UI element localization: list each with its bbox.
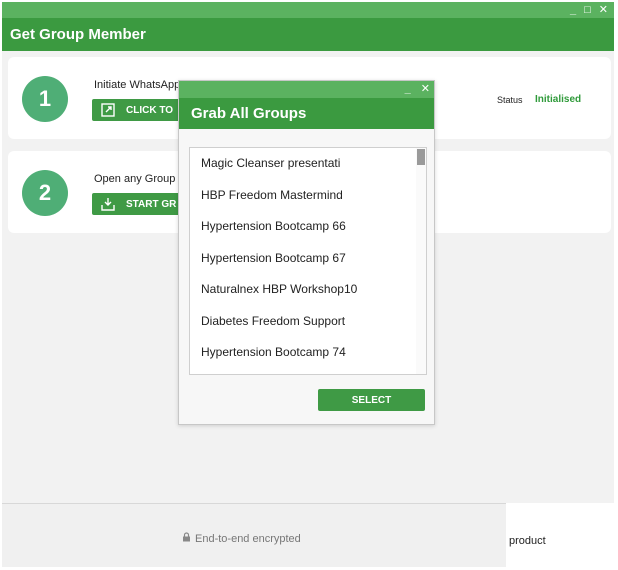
dialog-minimize-button[interactable]: _ xyxy=(405,82,411,96)
download-tray-icon xyxy=(100,196,116,212)
step-text: Open any Group c xyxy=(94,173,184,185)
whatsapp-panel: End-to-end encrypted xyxy=(2,503,506,567)
group-listbox[interactable]: Magic Cleanser presentati HBP Freedom Ma… xyxy=(189,147,427,375)
status-value: Initialised xyxy=(535,94,582,105)
list-item[interactable]: Hypertension Bootcamp 74 xyxy=(201,345,346,359)
dialog-titlebar: _ ✕ xyxy=(179,81,434,98)
step-number-badge: 2 xyxy=(22,170,68,216)
maximize-button[interactable]: □ xyxy=(584,3,591,17)
list-item[interactable]: Diabetes Freedom Support xyxy=(201,314,345,328)
window-titlebar: _ □ ✕ xyxy=(2,2,614,18)
dialog-header: Grab All Groups xyxy=(179,98,434,129)
select-button[interactable]: SELECT xyxy=(318,389,425,411)
close-button[interactable]: ✕ xyxy=(599,3,608,17)
step-number-badge: 1 xyxy=(22,76,68,122)
minimize-button[interactable]: _ xyxy=(570,3,576,17)
dialog-title: Grab All Groups xyxy=(191,105,307,122)
grab-groups-dialog: _ ✕ Grab All Groups Magic Cleanser prese… xyxy=(178,80,435,425)
list-item[interactable]: Hypertension Bootcamp 67 xyxy=(201,251,346,265)
list-item[interactable]: Hypertension Bootcamp 66 xyxy=(201,219,346,233)
window-controls: _ □ ✕ xyxy=(570,3,608,17)
list-item[interactable]: HBP Freedom Mastermind xyxy=(201,188,343,202)
app-title: Get Group Member xyxy=(10,26,146,43)
product-panel: product xyxy=(506,503,614,567)
list-item[interactable]: Magic Cleanser presentati xyxy=(201,156,340,170)
product-text: product xyxy=(509,535,546,547)
encryption-text: End-to-end encrypted xyxy=(195,532,301,545)
list-item[interactable]: Naturalnex HBP Workshop10 xyxy=(201,282,357,296)
dialog-controls: _ ✕ xyxy=(405,82,430,96)
dialog-close-button[interactable]: ✕ xyxy=(421,82,430,96)
list-scrollbar[interactable] xyxy=(416,148,426,374)
lock-icon xyxy=(182,532,191,545)
external-link-icon xyxy=(100,102,116,118)
step-text: Initiate WhatsApp xyxy=(94,79,181,91)
encryption-notice: End-to-end encrypted xyxy=(182,532,301,545)
app-header: Get Group Member xyxy=(2,18,614,51)
status-label: Status xyxy=(497,95,523,105)
start-grab-button-label: START GR xyxy=(126,198,177,210)
scrollbar-thumb[interactable] xyxy=(417,149,425,165)
click-to-button-label: CLICK TO xyxy=(126,104,174,116)
